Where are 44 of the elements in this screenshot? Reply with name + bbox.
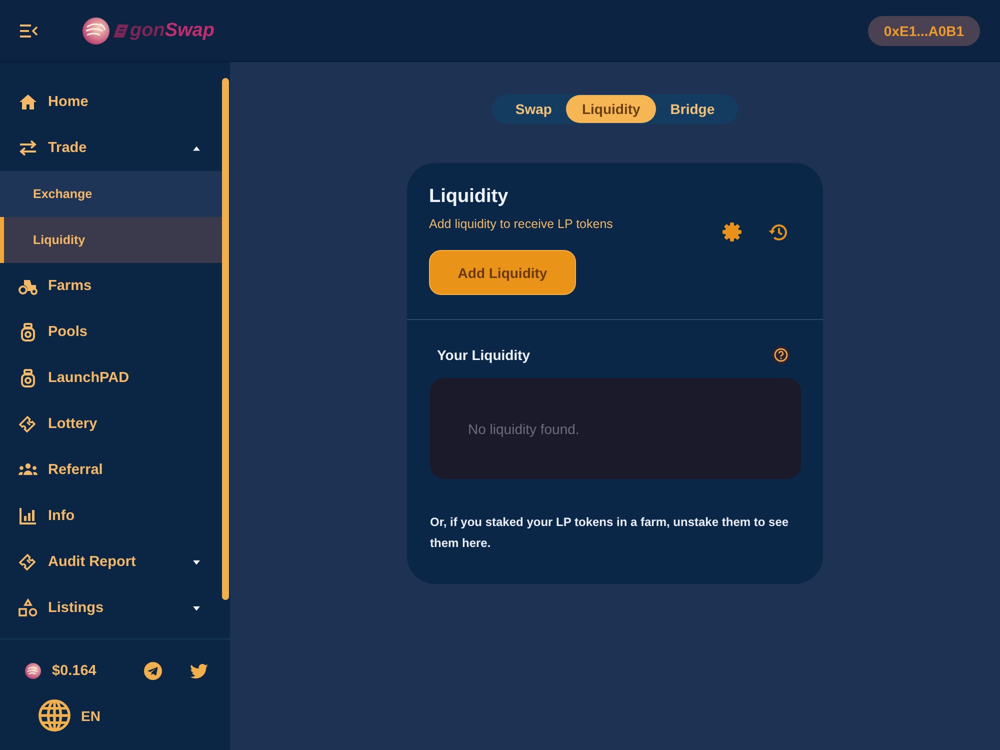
token-price: $0.164 [52,663,96,679]
home-icon [18,92,38,112]
nav-item[interactable]: Trade [0,125,222,171]
add-liquidity-button[interactable]: Add Liquidity [429,250,576,295]
swap-arrows-icon [18,138,38,158]
bird-logo-icon [82,16,110,44]
language-button[interactable]: EN [38,699,100,732]
submenu-item[interactable]: Exchange [0,171,222,217]
shapes-icon [18,598,38,618]
nav-item[interactable]: Farms [0,263,222,309]
nav-item[interactable]: Home [0,79,222,125]
jar-icon [18,322,38,342]
tab[interactable]: Liquidity [566,95,656,123]
twitter-icon[interactable] [190,664,208,678]
your-liquidity-heading: Your Liquidity [437,347,530,363]
submenu-item[interactable]: Liquidity [0,217,222,263]
nav-item[interactable]: Listings [0,585,222,631]
ticket-icon [18,414,38,434]
empty-message: No liquidity found. [468,420,580,436]
telegram-icon[interactable] [144,662,162,680]
logo-mark-icon [113,22,129,38]
card-subtitle: Add liquidity to receive LP tokens [429,216,613,233]
help-icon[interactable] [772,346,790,364]
scrollbar-thumb[interactable] [222,78,229,600]
nav-item[interactable]: Audit Report [0,539,222,585]
card-title: Liquidity [429,185,508,209]
menu-collapse-icon[interactable] [20,24,38,38]
nav-item[interactable]: Pools [0,309,222,355]
logo-wordmark: gonSwap [130,20,214,42]
token-logo-icon [25,663,41,679]
nav-item[interactable]: Referral [0,447,222,493]
settings-icon[interactable] [722,222,742,242]
nav-item[interactable]: LaunchPAD [0,355,222,401]
unstake-note: Or, if you staked your LP tokens in a farm, unstake them to see them here. [430,514,790,552]
nav-item[interactable]: Info [0,493,222,539]
globe-icon [38,699,71,732]
nav-item[interactable]: Lottery [0,401,222,447]
ticket-icon [18,552,38,572]
jar-icon [18,368,38,388]
tab[interactable]: Swap [501,95,566,123]
wallet-address-button[interactable]: 0xE1...A0B1 [868,16,980,46]
tab[interactable]: Bridge [656,95,729,123]
history-icon[interactable] [768,222,788,242]
bar-chart-icon [18,506,38,526]
